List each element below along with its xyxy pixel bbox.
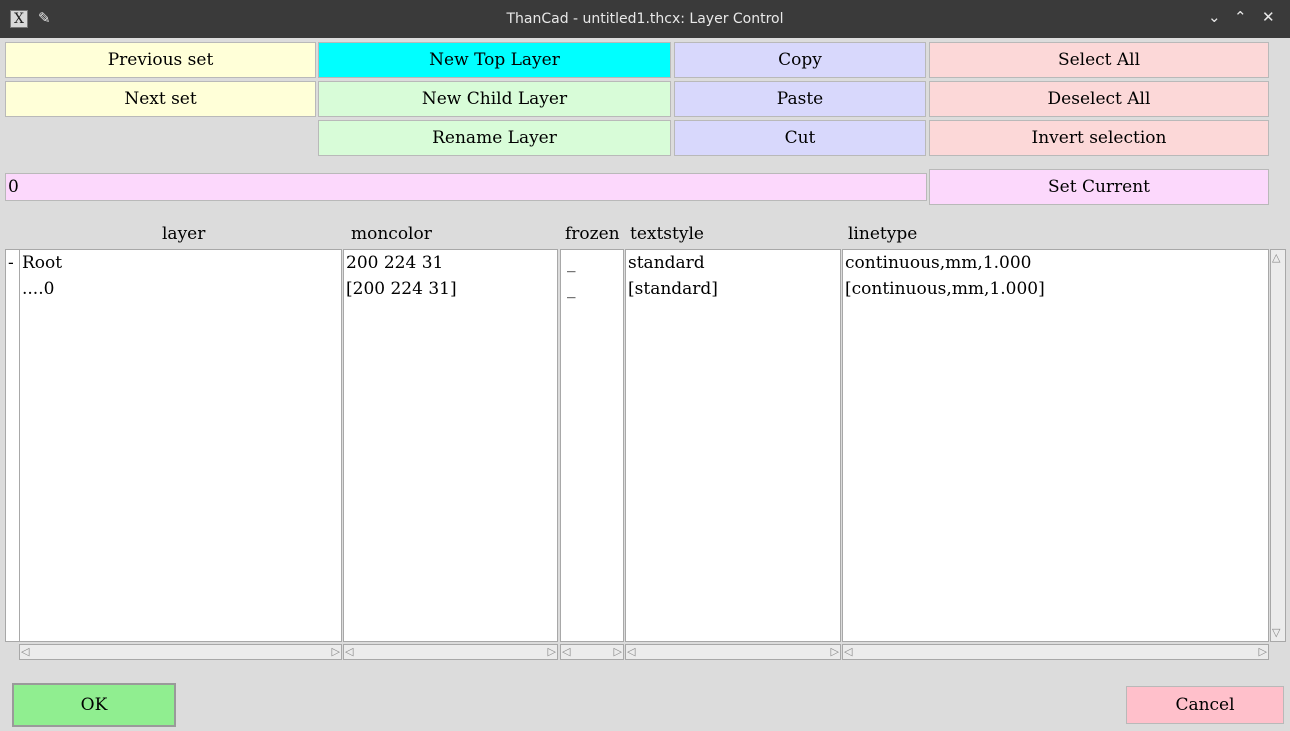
new-top-layer-button[interactable]: New Top Layer	[318, 42, 671, 78]
scroll-left-icon[interactable]: ◁	[627, 645, 635, 659]
rename-layer-button[interactable]: Rename Layer	[318, 120, 671, 156]
scroll-right-icon[interactable]: ▷	[831, 645, 839, 659]
set-current-button[interactable]: Set Current	[929, 169, 1269, 205]
cancel-button[interactable]: Cancel	[1126, 686, 1284, 724]
previous-set-button[interactable]: Previous set	[5, 42, 316, 78]
scroll-down-icon[interactable]: ▽	[1272, 626, 1280, 640]
header-frozen: frozen	[565, 224, 620, 244]
ok-button[interactable]: OK	[12, 683, 176, 727]
deselect-all-button[interactable]: Deselect All	[929, 81, 1269, 117]
moncolor-column[interactable]: 200 224 31 [200 224 31]	[343, 249, 558, 642]
scroll-right-icon[interactable]: ▷	[614, 645, 622, 659]
header-linetype: linetype	[848, 224, 918, 244]
row-expander[interactable]: -	[6, 250, 19, 276]
scroll-up-icon[interactable]: △	[1272, 251, 1280, 265]
current-layer-field[interactable]: 0	[5, 173, 927, 201]
frozen-cell[interactable]: _	[561, 276, 623, 302]
linetype-hscrollbar[interactable]: ◁ ▷	[842, 644, 1269, 660]
layer-hscrollbar[interactable]: ◁ ▷	[19, 644, 342, 660]
window-title: ThanCad - untitled1.thcx: Layer Control	[506, 11, 784, 27]
header-layer: layer	[162, 224, 206, 244]
textstyle-cell[interactable]: [standard]	[626, 276, 840, 302]
linetype-cell[interactable]: continuous,mm,1.000	[843, 250, 1268, 276]
row-expander	[6, 276, 19, 302]
moncolor-cell[interactable]: 200 224 31	[344, 250, 557, 276]
cut-button[interactable]: Cut	[674, 120, 926, 156]
select-all-button[interactable]: Select All	[929, 42, 1269, 78]
scroll-left-icon[interactable]: ◁	[21, 645, 29, 659]
header-textstyle: textstyle	[630, 224, 704, 244]
textstyle-column[interactable]: standard [standard]	[625, 249, 841, 642]
invert-selection-button[interactable]: Invert selection	[929, 120, 1269, 156]
scroll-right-icon[interactable]: ▷	[1259, 645, 1267, 659]
scroll-right-icon[interactable]: ▷	[548, 645, 556, 659]
moncolor-cell[interactable]: [200 224 31]	[344, 276, 557, 302]
textstyle-hscrollbar[interactable]: ◁ ▷	[625, 644, 841, 660]
minimize-icon[interactable]: ⌄	[1208, 8, 1221, 26]
scroll-left-icon[interactable]: ◁	[345, 645, 353, 659]
close-icon[interactable]: ✕	[1262, 8, 1275, 26]
linetype-column[interactable]: continuous,mm,1.000 [continuous,mm,1.000…	[842, 249, 1269, 642]
scroll-left-icon[interactable]: ◁	[844, 645, 852, 659]
next-set-button[interactable]: Next set	[5, 81, 316, 117]
textstyle-cell[interactable]: standard	[626, 250, 840, 276]
copy-button[interactable]: Copy	[674, 42, 926, 78]
layer-column[interactable]: Root ....0	[19, 249, 342, 642]
frozen-cell[interactable]: _	[561, 250, 623, 276]
maximize-icon[interactable]: ⌃	[1234, 8, 1247, 26]
new-child-layer-button[interactable]: New Child Layer	[318, 81, 671, 117]
layer-cell[interactable]: Root	[20, 250, 341, 276]
header-moncolor: moncolor	[351, 224, 432, 244]
layer-cell[interactable]: ....0	[20, 276, 341, 302]
expander-column: -	[5, 249, 19, 642]
paste-button[interactable]: Paste	[674, 81, 926, 117]
scroll-right-icon[interactable]: ▷	[332, 645, 340, 659]
frozen-hscrollbar[interactable]: ◁ ▷	[560, 644, 624, 660]
frozen-column[interactable]: _ _	[560, 249, 624, 642]
linetype-cell[interactable]: [continuous,mm,1.000]	[843, 276, 1268, 302]
title-bar: X ✎ ThanCad - untitled1.thcx: Layer Cont…	[0, 0, 1290, 38]
vertical-scrollbar[interactable]: △ ▽	[1270, 249, 1286, 642]
scroll-left-icon[interactable]: ◁	[562, 645, 570, 659]
moncolor-hscrollbar[interactable]: ◁ ▷	[343, 644, 558, 660]
